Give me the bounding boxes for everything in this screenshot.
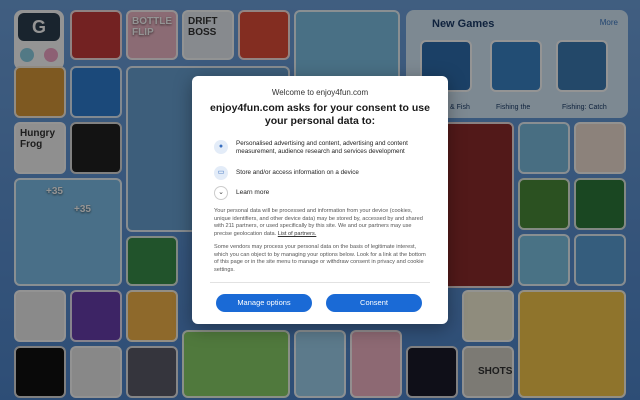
paragraph-text: Your personal data will be processed and… bbox=[214, 208, 423, 237]
device-icon: ▭ bbox=[214, 166, 228, 180]
purpose-item: ● Personalised advertising and content, … bbox=[214, 140, 434, 157]
legitimate-interest-paragraph: Some vendors may process your personal d… bbox=[214, 244, 426, 273]
person-icon: ● bbox=[214, 140, 228, 154]
dialog-headline: enjoy4fun.com asks for your consent to u… bbox=[210, 102, 430, 127]
data-processing-paragraph: Your personal data will be processed and… bbox=[214, 208, 430, 238]
learn-more-link[interactable]: Learn more bbox=[236, 186, 269, 200]
consent-button[interactable]: Consent bbox=[326, 294, 422, 312]
manage-options-button[interactable]: Manage options bbox=[216, 294, 312, 312]
dialog-site-label: Welcome to enjoy4fun.com bbox=[271, 88, 369, 97]
divider bbox=[210, 282, 430, 283]
purpose-text: Store and/or access information on a dev… bbox=[236, 169, 359, 176]
purpose-text: Personalised advertising and content, ad… bbox=[236, 140, 408, 156]
learn-more-row[interactable]: ⌄ Learn more bbox=[214, 186, 434, 200]
partners-link[interactable]: List of partners. bbox=[278, 231, 317, 237]
chevron-down-icon[interactable]: ⌄ bbox=[214, 186, 228, 200]
consent-dialog: Welcome to enjoy4fun.com enjoy4fun.com a… bbox=[192, 76, 448, 324]
purpose-item: ▭ Store and/or access information on a d… bbox=[214, 166, 434, 180]
